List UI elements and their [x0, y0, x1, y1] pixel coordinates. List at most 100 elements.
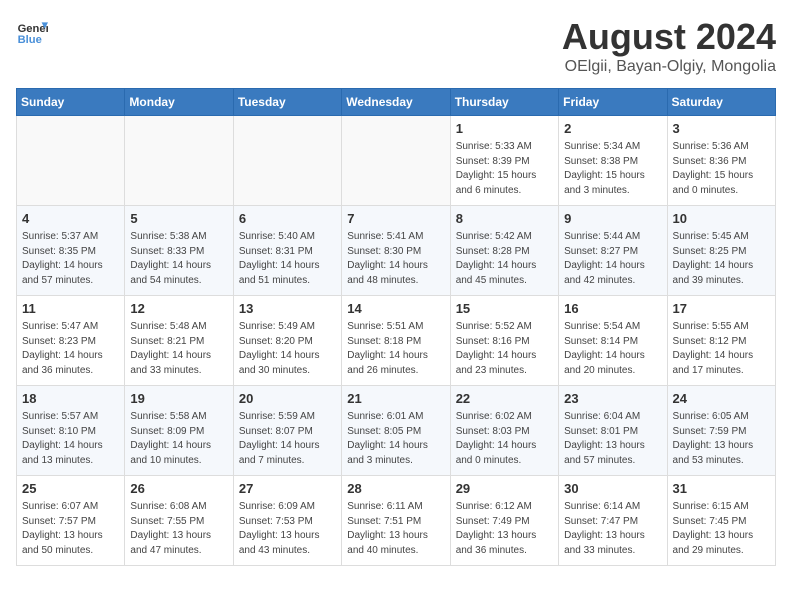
- month-title: August 2024: [562, 16, 776, 58]
- calendar-cell: 14 Sunrise: 5:51 AM Sunset: 8:18 PM Dayli…: [342, 296, 450, 386]
- calendar-cell: 30 Sunrise: 6:14 AM Sunset: 7:47 PM Dayli…: [559, 476, 667, 566]
- day-number: 19: [130, 390, 227, 408]
- day-info: Sunrise: 5:34 AM Sunset: 8:38 PM Dayligh…: [564, 140, 661, 198]
- day-number: 20: [239, 390, 336, 408]
- calendar-cell: [17, 116, 125, 206]
- day-info: Sunrise: 6:05 AM Sunset: 7:59 PM Dayligh…: [673, 410, 770, 468]
- calendar-cell: 4Sunrise: 5:37 AM Sunset: 8:35 PM Daylig…: [17, 206, 125, 296]
- day-info: Sunrise: 5:44 AM Sunset: 8:27 PM Dayligh…: [564, 230, 661, 288]
- weekday-header-sunday: Sunday: [17, 89, 125, 116]
- day-number: 3: [673, 120, 770, 138]
- calendar-cell: 12 Sunrise: 5:48 AM Sunset: 8:21 PM Dayli…: [125, 296, 233, 386]
- calendar-cell: [125, 116, 233, 206]
- day-number: 28: [347, 480, 444, 498]
- weekday-header-tuesday: Tuesday: [233, 89, 341, 116]
- day-info: Sunrise: 5:38 AM Sunset: 8:33 PM Dayligh…: [130, 230, 227, 288]
- day-info: Sunrise: 5:59 AM Sunset: 8:07 PM Dayligh…: [239, 410, 336, 468]
- calendar-cell: 31 Sunrise: 6:15 AM Sunset: 7:45 PM Dayli…: [667, 476, 775, 566]
- day-info: Sunrise: 5:47 AM Sunset: 8:23 PM Dayligh…: [22, 320, 119, 378]
- logo: General Blue: [16, 16, 48, 48]
- day-number: 11: [22, 300, 119, 318]
- day-info: Sunrise: 6:14 AM Sunset: 7:47 PM Dayligh…: [564, 500, 661, 558]
- day-info: Sunrise: 5:51 AM Sunset: 8:18 PM Dayligh…: [347, 320, 444, 378]
- day-number: 23: [564, 390, 661, 408]
- day-info: Sunrise: 6:15 AM Sunset: 7:45 PM Dayligh…: [673, 500, 770, 558]
- calendar-cell: 2 Sunrise: 5:34 AM Sunset: 8:38 PM Daylig…: [559, 116, 667, 206]
- calendar-cell: 17 Sunrise: 5:55 AM Sunset: 8:12 PM Dayli…: [667, 296, 775, 386]
- title-area: August 2024 OElgii, Bayan-Olgiy, Mongoli…: [562, 16, 776, 76]
- day-number: 30: [564, 480, 661, 498]
- day-info: Sunrise: 5:57 AM Sunset: 8:10 PM Dayligh…: [22, 410, 119, 468]
- day-info: Sunrise: 5:41 AM Sunset: 8:30 PM Dayligh…: [347, 230, 444, 288]
- day-number: 7: [347, 210, 444, 228]
- weekday-header-row: SundayMondayTuesdayWednesdayThursdayFrid…: [17, 89, 776, 116]
- day-number: 25: [22, 480, 119, 498]
- calendar-cell: 19 Sunrise: 5:58 AM Sunset: 8:09 PM Dayli…: [125, 386, 233, 476]
- day-info: Sunrise: 5:45 AM Sunset: 8:25 PM Dayligh…: [673, 230, 770, 288]
- weekday-header-saturday: Saturday: [667, 89, 775, 116]
- location-subtitle: OElgii, Bayan-Olgiy, Mongolia: [562, 58, 776, 76]
- day-info: Sunrise: 6:11 AM Sunset: 7:51 PM Dayligh…: [347, 500, 444, 558]
- day-number: 16: [564, 300, 661, 318]
- day-number: 6: [239, 210, 336, 228]
- weekday-header-monday: Monday: [125, 89, 233, 116]
- day-number: 24: [673, 390, 770, 408]
- day-number: 9: [564, 210, 661, 228]
- day-number: 2: [564, 120, 661, 138]
- day-number: 10: [673, 210, 770, 228]
- calendar-cell: 25Sunrise: 6:07 AM Sunset: 7:57 PM Dayli…: [17, 476, 125, 566]
- calendar-cell: [342, 116, 450, 206]
- calendar-cell: 21 Sunrise: 6:01 AM Sunset: 8:05 PM Dayli…: [342, 386, 450, 476]
- calendar-cell: 15 Sunrise: 5:52 AM Sunset: 8:16 PM Dayli…: [450, 296, 558, 386]
- calendar-cell: 29Sunrise: 6:12 AM Sunset: 7:49 PM Dayli…: [450, 476, 558, 566]
- calendar-week-2: 4Sunrise: 5:37 AM Sunset: 8:35 PM Daylig…: [17, 206, 776, 296]
- day-info: Sunrise: 5:40 AM Sunset: 8:31 PM Dayligh…: [239, 230, 336, 288]
- calendar-cell: 7 Sunrise: 5:41 AM Sunset: 8:30 PM Daylig…: [342, 206, 450, 296]
- day-number: 31: [673, 480, 770, 498]
- day-info: Sunrise: 5:42 AM Sunset: 8:28 PM Dayligh…: [456, 230, 553, 288]
- calendar-cell: 1 Sunrise: 5:33 AM Sunset: 8:39 PM Daylig…: [450, 116, 558, 206]
- day-info: Sunrise: 5:33 AM Sunset: 8:39 PM Dayligh…: [456, 140, 553, 198]
- calendar-cell: 10 Sunrise: 5:45 AM Sunset: 8:25 PM Dayli…: [667, 206, 775, 296]
- day-number: 12: [130, 300, 227, 318]
- logo-icon: General Blue: [16, 16, 48, 48]
- calendar-cell: 27Sunrise: 6:09 AM Sunset: 7:53 PM Dayli…: [233, 476, 341, 566]
- day-number: 1: [456, 120, 553, 138]
- calendar-cell: 5 Sunrise: 5:38 AM Sunset: 8:33 PM Daylig…: [125, 206, 233, 296]
- day-number: 17: [673, 300, 770, 318]
- calendar-cell: 8Sunrise: 5:42 AM Sunset: 8:28 PM Daylig…: [450, 206, 558, 296]
- calendar-week-5: 25Sunrise: 6:07 AM Sunset: 7:57 PM Dayli…: [17, 476, 776, 566]
- weekday-header-thursday: Thursday: [450, 89, 558, 116]
- calendar-table: SundayMondayTuesdayWednesdayThursdayFrid…: [16, 88, 776, 566]
- day-number: 22: [456, 390, 553, 408]
- calendar-cell: [233, 116, 341, 206]
- page-header: General Blue August 2024 OElgii, Bayan-O…: [16, 16, 776, 76]
- day-number: 21: [347, 390, 444, 408]
- day-number: 5: [130, 210, 227, 228]
- calendar-week-1: 1 Sunrise: 5:33 AM Sunset: 8:39 PM Daylig…: [17, 116, 776, 206]
- calendar-cell: 18Sunrise: 5:57 AM Sunset: 8:10 PM Dayli…: [17, 386, 125, 476]
- day-info: Sunrise: 6:01 AM Sunset: 8:05 PM Dayligh…: [347, 410, 444, 468]
- weekday-header-wednesday: Wednesday: [342, 89, 450, 116]
- day-number: 29: [456, 480, 553, 498]
- calendar-cell: 13Sunrise: 5:49 AM Sunset: 8:20 PM Dayli…: [233, 296, 341, 386]
- day-number: 14: [347, 300, 444, 318]
- day-number: 26: [130, 480, 227, 498]
- day-info: Sunrise: 5:52 AM Sunset: 8:16 PM Dayligh…: [456, 320, 553, 378]
- calendar-week-4: 18Sunrise: 5:57 AM Sunset: 8:10 PM Dayli…: [17, 386, 776, 476]
- calendar-cell: 28 Sunrise: 6:11 AM Sunset: 7:51 PM Dayli…: [342, 476, 450, 566]
- calendar-cell: 26Sunrise: 6:08 AM Sunset: 7:55 PM Dayli…: [125, 476, 233, 566]
- day-info: Sunrise: 6:09 AM Sunset: 7:53 PM Dayligh…: [239, 500, 336, 558]
- day-info: Sunrise: 5:49 AM Sunset: 8:20 PM Dayligh…: [239, 320, 336, 378]
- calendar-cell: 9 Sunrise: 5:44 AM Sunset: 8:27 PM Daylig…: [559, 206, 667, 296]
- day-info: Sunrise: 6:04 AM Sunset: 8:01 PM Dayligh…: [564, 410, 661, 468]
- day-info: Sunrise: 5:55 AM Sunset: 8:12 PM Dayligh…: [673, 320, 770, 378]
- calendar-cell: 16 Sunrise: 5:54 AM Sunset: 8:14 PM Dayli…: [559, 296, 667, 386]
- day-info: Sunrise: 5:54 AM Sunset: 8:14 PM Dayligh…: [564, 320, 661, 378]
- calendar-cell: 11 Sunrise: 5:47 AM Sunset: 8:23 PM Dayli…: [17, 296, 125, 386]
- day-number: 15: [456, 300, 553, 318]
- day-info: Sunrise: 5:48 AM Sunset: 8:21 PM Dayligh…: [130, 320, 227, 378]
- svg-text:Blue: Blue: [18, 34, 42, 46]
- day-info: Sunrise: 5:36 AM Sunset: 8:36 PM Dayligh…: [673, 140, 770, 198]
- day-info: Sunrise: 5:58 AM Sunset: 8:09 PM Dayligh…: [130, 410, 227, 468]
